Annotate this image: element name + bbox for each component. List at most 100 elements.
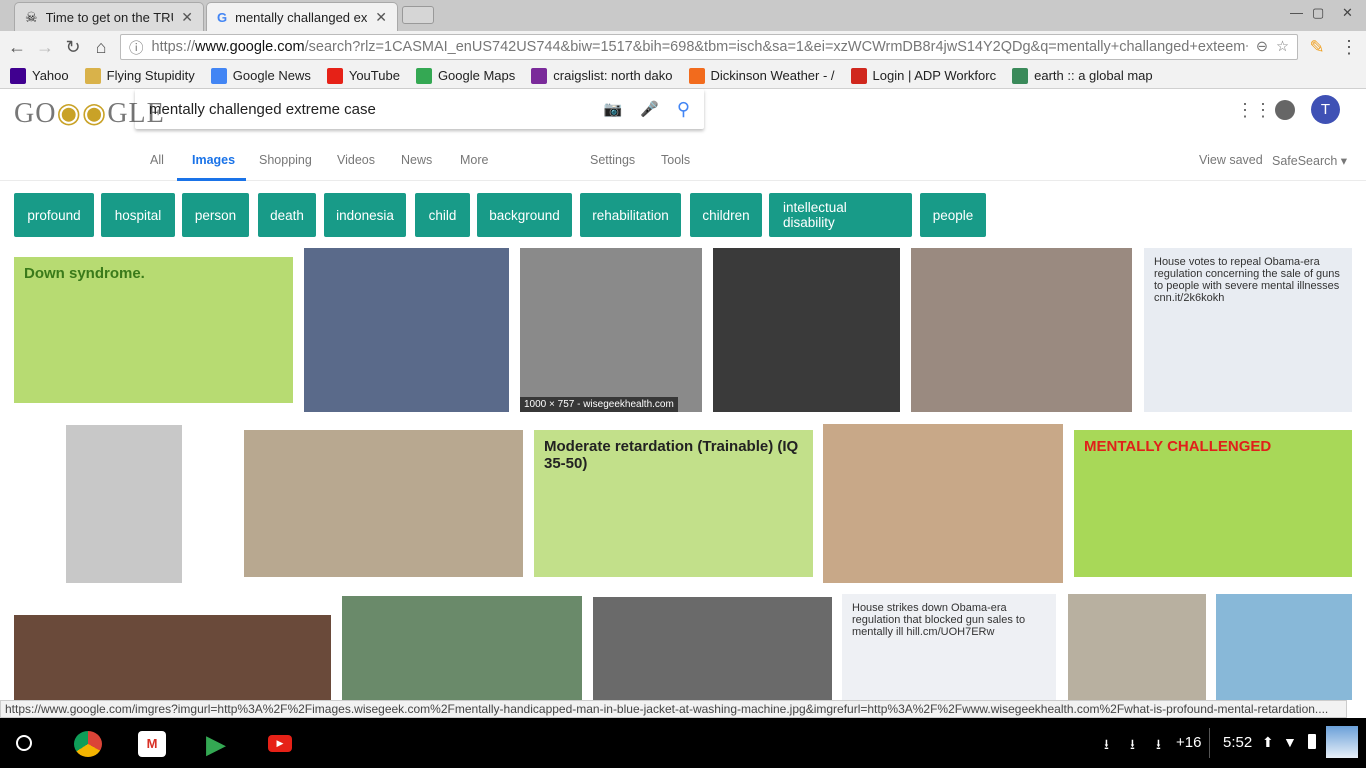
chip-indonesia[interactable]: indonesia xyxy=(324,193,406,237)
bookmark-item[interactable]: Flying Stupidity xyxy=(84,67,195,84)
bookmark-label: Login | ADP Workforc xyxy=(872,68,997,83)
chip-background[interactable]: background xyxy=(477,193,572,237)
image-result[interactable] xyxy=(593,597,832,700)
tab-more[interactable]: More xyxy=(460,153,488,167)
apps-grid-icon[interactable]: ⋮⋮ xyxy=(1236,100,1272,121)
play-store-icon[interactable]: ▶ xyxy=(202,731,230,757)
image-result[interactable]: 1000 × 757 - wisegeekhealth.com xyxy=(520,248,702,412)
tools-link[interactable]: Tools xyxy=(661,153,690,167)
close-tab-icon[interactable]: ✕ xyxy=(181,9,193,26)
search-nav: All Images Shopping Videos News More Set… xyxy=(0,140,1366,181)
bookmark-item[interactable]: earth :: a global map xyxy=(1012,67,1153,84)
gmail-icon[interactable]: M xyxy=(138,731,166,757)
tab-all[interactable]: All xyxy=(150,153,164,167)
chip-profound[interactable]: profound xyxy=(14,193,94,237)
chip-people[interactable]: people xyxy=(920,193,986,237)
image-result[interactable]: Moderate retardation (Trainable) (IQ 35-… xyxy=(534,430,813,577)
address-bar[interactable]: ⓘ https://www.google.com/search?rlz=1CAS… xyxy=(120,34,1298,60)
bookmark-favicon-icon xyxy=(688,67,705,84)
sync-icon[interactable]: ⬆ xyxy=(1262,734,1274,751)
camera-icon[interactable]: 📷 xyxy=(603,100,622,118)
bookmark-label: craigslist: north dako xyxy=(553,68,673,83)
bookmark-star-icon[interactable]: ☆ xyxy=(1276,39,1289,55)
bookmark-favicon-icon xyxy=(84,67,101,84)
bookmark-item[interactable]: Yahoo xyxy=(10,67,69,84)
image-result[interactable] xyxy=(304,248,509,412)
image-result[interactable] xyxy=(244,430,523,577)
image-result[interactable]: Down syndrome. xyxy=(14,257,293,403)
reload-icon[interactable]: ↻ xyxy=(62,36,84,58)
bookmark-item[interactable]: Login | ADP Workforc xyxy=(850,67,997,84)
tab-images[interactable]: Images xyxy=(192,153,235,167)
account-avatar[interactable]: T xyxy=(1311,95,1340,124)
chip-hospital[interactable]: hospital xyxy=(101,193,175,237)
maximize-icon[interactable]: ▢ xyxy=(1312,5,1324,21)
image-result[interactable]: House strikes down Obama-era regulation … xyxy=(842,594,1056,700)
image-result[interactable]: House votes to repeal Obama-era regulati… xyxy=(1144,248,1352,412)
bookmark-item[interactable]: YouTube xyxy=(326,67,400,84)
tab-title: Time to get on the TRUM xyxy=(45,9,174,25)
image-result[interactable] xyxy=(14,615,331,700)
image-text: Moderate retardation (Trainable) (IQ 35-… xyxy=(544,438,799,472)
close-tab-icon[interactable]: ✕ xyxy=(375,9,387,26)
tab-videos[interactable]: Videos xyxy=(337,153,375,167)
bookmark-item[interactable]: Google News xyxy=(210,67,311,84)
wifi-icon[interactable]: ▼ xyxy=(1283,734,1297,750)
chip-child[interactable]: child xyxy=(415,193,470,237)
info-icon: ⓘ xyxy=(129,40,144,57)
search-icon[interactable]: ⚲ xyxy=(677,99,690,120)
menu-icon[interactable]: ⋮ xyxy=(1338,36,1360,58)
divider xyxy=(1209,728,1210,758)
minimize-icon[interactable]: — xyxy=(1290,5,1303,20)
image-result[interactable] xyxy=(823,424,1063,583)
search-box[interactable]: mentally challenged extreme case 📷 🎤 ⚲ xyxy=(135,89,704,129)
forward-icon[interactable]: → xyxy=(34,36,56,58)
youtube-icon[interactable]: ▶ xyxy=(268,735,292,752)
notifications-icon[interactable] xyxy=(1275,100,1295,120)
home-icon[interactable]: ⌂ xyxy=(90,36,112,58)
image-result[interactable] xyxy=(911,248,1132,412)
user-avatar-penguin[interactable] xyxy=(1326,726,1358,758)
image-result[interactable] xyxy=(66,425,182,583)
chrome-icon[interactable] xyxy=(74,731,102,757)
bookmark-item[interactable]: Google Maps xyxy=(415,67,515,84)
close-window-icon[interactable]: ✕ xyxy=(1342,5,1353,21)
chip-death[interactable]: death xyxy=(258,193,316,237)
image-result[interactable]: MENTALLY CHALLENGED xyxy=(1074,430,1352,577)
tab-trump[interactable]: ☠ Time to get on the TRUM ✕ xyxy=(14,2,204,31)
chip-rehabilitation[interactable]: rehabilitation xyxy=(580,193,681,237)
pencil-extension-icon[interactable]: ✎ xyxy=(1306,36,1328,58)
battery-icon[interactable] xyxy=(1308,734,1316,749)
image-result[interactable] xyxy=(1068,594,1206,700)
url-host: www.google.com xyxy=(195,39,305,55)
active-tab-indicator xyxy=(177,178,246,181)
chip-children[interactable]: children xyxy=(690,193,762,237)
launcher-icon[interactable] xyxy=(16,735,32,751)
image-text: House strikes down Obama-era regulation … xyxy=(852,602,1026,638)
chip-person[interactable]: person xyxy=(182,193,249,237)
status-url: https://www.google.com/imgres?imgurl=htt… xyxy=(0,700,1347,718)
zoom-icon[interactable]: ⊖ xyxy=(1256,39,1268,55)
download-icon[interactable]: ⭳ xyxy=(1104,734,1109,758)
tab-shopping[interactable]: Shopping xyxy=(259,153,312,167)
tab-news[interactable]: News xyxy=(401,153,432,167)
search-input[interactable]: mentally challenged extreme case xyxy=(149,101,585,118)
image-text: House votes to repeal Obama-era regulati… xyxy=(1154,256,1340,304)
bookmark-item[interactable]: craigslist: north dako xyxy=(531,67,673,84)
new-tab-button[interactable] xyxy=(402,6,434,24)
back-icon[interactable]: ← xyxy=(6,36,28,58)
download-icon[interactable]: ⭳ xyxy=(1130,734,1135,758)
chip-intellectual-disability[interactable]: intellectual disability xyxy=(769,193,912,237)
image-result[interactable] xyxy=(342,596,582,700)
downloads-more[interactable]: +16 xyxy=(1176,734,1201,751)
clock[interactable]: 5:52 xyxy=(1223,734,1252,751)
download-icon[interactable]: ⭳ xyxy=(1156,734,1161,758)
microphone-icon[interactable]: 🎤 xyxy=(640,100,659,118)
image-result[interactable] xyxy=(1216,594,1352,700)
settings-link[interactable]: Settings xyxy=(590,153,635,167)
view-saved-link[interactable]: View saved xyxy=(1199,153,1263,167)
safesearch-dropdown[interactable]: SafeSearch ▾ xyxy=(1272,153,1347,168)
bookmark-item[interactable]: Dickinson Weather - / xyxy=(688,67,835,84)
tab-google-search[interactable]: G mentally challanged exte ✕ xyxy=(206,2,398,31)
image-result[interactable] xyxy=(713,248,900,412)
